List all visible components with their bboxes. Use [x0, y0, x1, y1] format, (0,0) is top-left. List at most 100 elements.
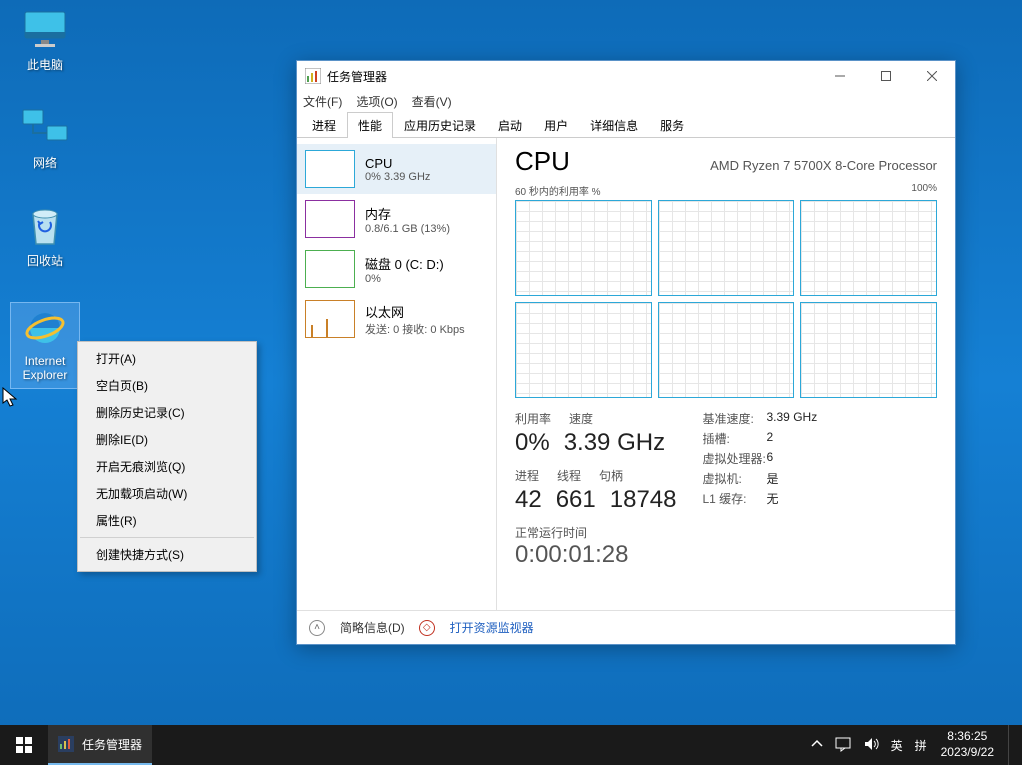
core-graph — [800, 200, 937, 296]
label-base-speed: 基准速度: — [703, 410, 767, 427]
titlebar[interactable]: 任务管理器 — [297, 61, 955, 91]
fewer-details-link[interactable]: 简略信息(D) — [340, 619, 405, 636]
action-center-icon[interactable] — [835, 736, 851, 755]
icon-label: 回收站 — [10, 252, 80, 269]
value-vm: 是 — [767, 470, 818, 487]
value-handles: 18748 — [610, 486, 677, 514]
tab-processes[interactable]: 进程 — [301, 112, 347, 138]
show-desktop-button[interactable] — [1008, 725, 1014, 765]
desktop-icon-ie[interactable]: Internet Explorer — [10, 302, 80, 389]
value-utilization: 0% — [515, 429, 550, 457]
tab-users[interactable]: 用户 — [533, 112, 579, 138]
core-graph — [515, 302, 652, 398]
monitor-icon — [21, 8, 69, 52]
value-vproc: 6 — [767, 450, 818, 467]
value-uptime: 0:00:01:28 — [515, 541, 677, 569]
sidebar-item-disk[interactable]: 磁盘 0 (C: D:)0% — [297, 244, 496, 294]
ethernet-mini-chart — [305, 300, 355, 338]
menu-item-blank[interactable]: 空白页(B) — [78, 372, 256, 399]
ie-icon — [21, 306, 69, 350]
task-manager-window: 任务管理器 文件(F) 选项(O) 查看(V) 进程 性能 应用历史记录 启动 … — [296, 60, 956, 645]
sidebar-item-ethernet[interactable]: 以太网发送: 0 接收: 0 Kbps — [297, 294, 496, 344]
icon-label: Internet Explorer — [11, 354, 79, 382]
open-resmon-link[interactable]: 打开资源监视器 — [450, 619, 534, 636]
label-threads: 线程 — [557, 467, 581, 484]
menu-item-delete-ie[interactable]: 删除IE(D) — [78, 426, 256, 453]
menu-file[interactable]: 文件(F) — [303, 93, 342, 110]
menubar: 文件(F) 选项(O) 查看(V) — [297, 91, 955, 111]
maximize-button[interactable] — [863, 61, 909, 91]
taskbar-app-task-manager[interactable]: 任务管理器 — [48, 725, 152, 765]
cursor-icon — [2, 387, 20, 409]
sidebar-sub: 0.8/6.1 GB (13%) — [365, 223, 450, 235]
menu-item-delete-history[interactable]: 删除历史记录(C) — [78, 399, 256, 426]
sidebar-item-cpu[interactable]: CPU0% 3.39 GHz — [297, 144, 496, 194]
desktop-icon-network[interactable]: 网络 — [10, 106, 80, 171]
sidebar-title: 内存 — [365, 204, 450, 223]
task-manager-icon — [58, 736, 74, 752]
disk-mini-chart — [305, 250, 355, 288]
menu-options[interactable]: 选项(O) — [356, 93, 397, 110]
window-title: 任务管理器 — [327, 68, 817, 85]
icon-label: 此电脑 — [10, 56, 80, 73]
ime-mode[interactable]: 拼 — [915, 737, 927, 754]
menu-item-inprivate[interactable]: 开启无痕浏览(Q) — [78, 453, 256, 480]
value-speed: 3.39 GHz — [564, 429, 665, 457]
volume-icon[interactable] — [863, 736, 879, 755]
core-graph — [658, 200, 795, 296]
task-manager-icon — [305, 68, 321, 84]
core-graph — [658, 302, 795, 398]
sidebar-sub: 0% 3.39 GHz — [365, 171, 430, 183]
label-vproc: 虚拟处理器: — [703, 450, 767, 467]
performance-sidebar: CPU0% 3.39 GHz 内存0.8/6.1 GB (13%) 磁盘 0 (… — [297, 138, 497, 610]
tab-performance[interactable]: 性能 — [347, 112, 393, 138]
axis-left-label: 60 秒内的利用率 % — [515, 183, 601, 198]
taskbar: 任务管理器 英 拼 8:36:25 2023/9/22 — [0, 725, 1022, 765]
sidebar-sub: 发送: 0 接收: 0 Kbps — [365, 321, 465, 337]
value-sockets: 2 — [767, 430, 818, 447]
minimize-button[interactable] — [817, 61, 863, 91]
memory-mini-chart — [305, 200, 355, 238]
sidebar-title: CPU — [365, 156, 430, 171]
menu-view[interactable]: 查看(V) — [412, 93, 452, 110]
core-graph — [800, 302, 937, 398]
menu-item-create-shortcut[interactable]: 创建快捷方式(S) — [78, 541, 256, 568]
value-threads: 661 — [556, 486, 596, 514]
start-button[interactable] — [0, 725, 48, 765]
network-icon — [21, 106, 69, 150]
label-utilization: 利用率 — [515, 410, 551, 427]
taskbar-clock[interactable]: 8:36:25 2023/9/22 — [941, 729, 994, 760]
cpu-model: AMD Ryzen 7 5700X 8-Core Processor — [710, 158, 937, 173]
desktop-icon-recycle-bin[interactable]: 回收站 — [10, 204, 80, 269]
ime-lang[interactable]: 英 — [891, 737, 903, 754]
sidebar-item-memory[interactable]: 内存0.8/6.1 GB (13%) — [297, 194, 496, 244]
label-sockets: 插槽: — [703, 430, 767, 447]
sidebar-title: 以太网 — [365, 302, 465, 321]
tray-chevron-up-icon[interactable] — [811, 738, 823, 753]
tab-startup[interactable]: 启动 — [487, 112, 533, 138]
chevron-up-icon[interactable]: ˄ — [309, 620, 325, 636]
sidebar-title: 磁盘 0 (C: D:) — [365, 254, 444, 273]
resmon-icon: ◇ — [419, 620, 435, 636]
label-l1: L1 缓存: — [703, 490, 767, 507]
tab-services[interactable]: 服务 — [649, 112, 695, 138]
label-uptime: 正常运行时间 — [515, 524, 677, 541]
recycle-bin-icon — [21, 204, 69, 248]
cpu-core-graphs[interactable] — [515, 200, 937, 398]
separator — [80, 537, 254, 538]
tab-details[interactable]: 详细信息 — [579, 112, 649, 138]
desktop-icon-this-pc[interactable]: 此电脑 — [10, 8, 80, 73]
menu-item-open[interactable]: 打开(A) — [78, 345, 256, 372]
tab-bar: 进程 性能 应用历史记录 启动 用户 详细信息 服务 — [297, 111, 955, 138]
label-processes: 进程 — [515, 467, 539, 484]
menu-item-properties[interactable]: 属性(R) — [78, 507, 256, 534]
tab-app-history[interactable]: 应用历史记录 — [393, 112, 487, 138]
clock-time: 8:36:25 — [941, 729, 994, 745]
menu-item-noaddon[interactable]: 无加载项启动(W) — [78, 480, 256, 507]
value-processes: 42 — [515, 486, 542, 514]
taskbar-app-label: 任务管理器 — [82, 736, 142, 753]
value-base-speed: 3.39 GHz — [767, 410, 818, 427]
close-button[interactable] — [909, 61, 955, 91]
main-panel: CPU AMD Ryzen 7 5700X 8-Core Processor 6… — [497, 138, 955, 610]
core-graph — [515, 200, 652, 296]
